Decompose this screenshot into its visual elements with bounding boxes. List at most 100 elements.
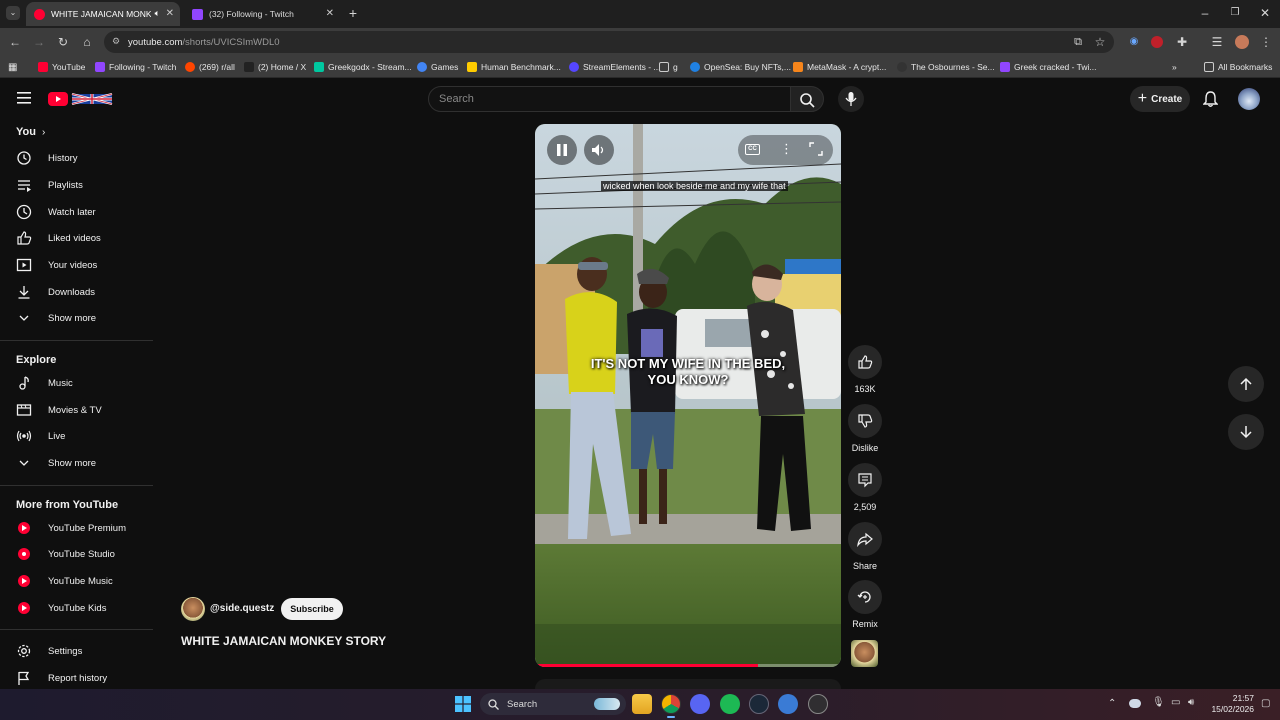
notifications-bell-icon[interactable] (1203, 91, 1218, 107)
extension-icon[interactable] (1151, 36, 1163, 48)
next-short-button[interactable] (1228, 414, 1264, 450)
share-button[interactable]: Share (846, 522, 884, 571)
close-tab-icon[interactable]: ✕ (326, 8, 334, 19)
windows-start-icon[interactable] (455, 696, 471, 712)
account-avatar[interactable] (1238, 88, 1260, 110)
site-info-icon[interactable]: ⚙︎ (112, 36, 120, 47)
short-video-player[interactable] (535, 124, 841, 667)
show-hidden-icons[interactable]: ⌃ (1108, 698, 1116, 709)
sidebar-item-youtube-music[interactable]: YouTube Music (16, 571, 152, 591)
restore-icon[interactable]: ❐ (1228, 6, 1242, 20)
search-input[interactable]: Search (428, 86, 791, 112)
address-bar[interactable]: ⚙︎ youtube.com/shorts/UVICSImWDL0 (104, 31, 1114, 53)
bookmark-streamelements[interactable]: Greekgodx - Stream... (314, 60, 412, 74)
fullscreen-icon[interactable] (809, 142, 823, 156)
browser-menu-icon[interactable]: ⋮ (1259, 35, 1273, 49)
clock[interactable]: 21:57 15/02/2026 (1206, 693, 1254, 715)
ccleaner-icon[interactable] (778, 694, 798, 714)
bookmark-streamelements2[interactable]: StreamElements - ... (569, 60, 660, 74)
close-tab-icon[interactable]: ✕ (166, 8, 174, 19)
sidebar-item-report-history[interactable]: Report history (16, 668, 152, 688)
sidebar-item-your-videos[interactable]: Your videos (16, 255, 152, 275)
onedrive-icon[interactable] (1129, 699, 1141, 708)
volume-icon[interactable]: 🔊︎ (1188, 697, 1194, 708)
previous-short-button[interactable] (1228, 366, 1264, 402)
bookmark-folder-g[interactable]: g (659, 60, 678, 74)
pause-icon (557, 144, 567, 156)
profile-avatar[interactable] (1235, 35, 1249, 49)
install-app-icon[interactable]: ⧉ (1071, 35, 1085, 49)
sidebar-item-downloads[interactable]: Downloads (16, 282, 152, 302)
discord-icon[interactable] (690, 694, 710, 714)
bookmark-opensea[interactable]: OpenSea: Buy NFTs,... (690, 60, 791, 74)
minimize-icon[interactable]: – (1198, 6, 1212, 20)
network-icon[interactable]: ▭ (1171, 697, 1180, 708)
reading-list-icon[interactable]: ☰ (1210, 35, 1224, 49)
bookmark-youtube[interactable]: YouTube (38, 60, 85, 74)
video-progress-track[interactable] (535, 664, 841, 667)
forward-icon[interactable]: → (32, 35, 46, 49)
bookmark-metamask[interactable]: MetaMask - A crypt... (793, 60, 886, 74)
spotify-icon[interactable] (720, 694, 740, 714)
bookmark-humanbenchmark[interactable]: Human Benchmark... (467, 60, 561, 74)
more-bookmarks-icon[interactable]: » (1172, 60, 1177, 74)
bookmark-greek-cracked[interactable]: Greek cracked - Twi... (1000, 60, 1097, 74)
sidebar-item-settings[interactable]: Settings (16, 641, 152, 661)
bookmark-osbournes[interactable]: The Osbournes - Se... (897, 60, 995, 74)
tab-youtube[interactable]: WHITE JAMAICAN MONKEY 🔈︎ ✕ (26, 2, 180, 26)
notification-center-icon[interactable]: ▢ (1261, 698, 1270, 709)
sidebar-item-watch-later[interactable]: Watch later (16, 202, 152, 222)
tab-twitch[interactable]: (32) Following - Twitch ✕ (184, 2, 340, 26)
bookmark-x[interactable]: (2) Home / X (244, 60, 306, 74)
close-window-icon[interactable]: ✕ (1258, 6, 1272, 20)
bookmark-reddit[interactable]: (269) r/all (185, 60, 235, 74)
sidebar-item-music[interactable]: Music (16, 373, 152, 393)
sidebar-item-playlists[interactable]: Playlists (16, 175, 152, 195)
obs-icon[interactable] (808, 694, 828, 714)
sidebar-item-show-more[interactable]: Show more (16, 453, 152, 473)
remix-button[interactable]: Remix (846, 580, 884, 629)
bookmark-twitch[interactable]: Following - Twitch (95, 60, 176, 74)
sidebar-item-history[interactable]: History (16, 148, 152, 168)
home-icon[interactable]: ⌂ (80, 35, 94, 49)
sidebar-item-youtube-kids[interactable]: YouTube Kids (16, 598, 152, 618)
dislike-button[interactable]: Dislike (846, 404, 884, 453)
chrome-icon[interactable] (661, 694, 681, 714)
volume-button[interactable] (584, 135, 614, 165)
subscribe-button[interactable]: Subscribe (281, 598, 343, 620)
microphone-icon[interactable]: 🎙︎ (1152, 697, 1165, 708)
bookmark-games[interactable]: Games (417, 60, 458, 74)
search-button[interactable] (790, 86, 824, 112)
reload-icon[interactable]: ↻ (56, 35, 70, 49)
apps-icon[interactable]: ▦ (8, 60, 17, 74)
back-icon[interactable]: ← (8, 35, 22, 49)
steam-icon[interactable] (749, 694, 769, 714)
youtube-logo[interactable] (48, 91, 114, 107)
like-button[interactable]: 163K (846, 345, 884, 394)
taskbar-search[interactable]: Search (480, 693, 626, 715)
pause-button[interactable] (547, 135, 577, 165)
closed-captions-button[interactable]: CC (745, 144, 760, 155)
sidebar-item-live[interactable]: Live (16, 426, 152, 446)
sidebar-item-show-more[interactable]: Show more (16, 308, 152, 328)
channel-avatar[interactable] (181, 597, 205, 621)
tab-search-icon[interactable]: ⌄ (6, 6, 20, 20)
create-button[interactable]: + Create (1130, 86, 1190, 112)
sidebar-item-youtube-studio[interactable]: YouTube Studio (16, 544, 152, 564)
channel-name[interactable]: @side.questz (210, 603, 274, 614)
sidebar-you-heading[interactable]: You › (16, 126, 45, 138)
sound-source-thumbnail[interactable] (851, 640, 878, 667)
extension-icon[interactable]: ◉ (1127, 35, 1141, 49)
all-bookmarks[interactable]: All Bookmarks (1204, 60, 1272, 74)
bookmark-star-icon[interactable]: ☆ (1093, 35, 1107, 49)
more-options-icon[interactable]: ⋮ (780, 141, 793, 157)
voice-search-button[interactable] (838, 86, 864, 112)
comments-button[interactable]: 2,509 (846, 463, 884, 512)
sidebar-item-movies-tv[interactable]: Movies & TV (16, 400, 152, 420)
new-tab-icon[interactable]: + (346, 6, 360, 20)
hamburger-menu-icon[interactable] (17, 92, 31, 104)
extensions-puzzle-icon[interactable]: ✚ (1175, 35, 1189, 49)
sidebar-item-youtube-premium[interactable]: YouTube Premium (16, 518, 152, 538)
file-explorer-icon[interactable] (632, 694, 652, 714)
sidebar-item-liked-videos[interactable]: Liked videos (16, 228, 152, 248)
